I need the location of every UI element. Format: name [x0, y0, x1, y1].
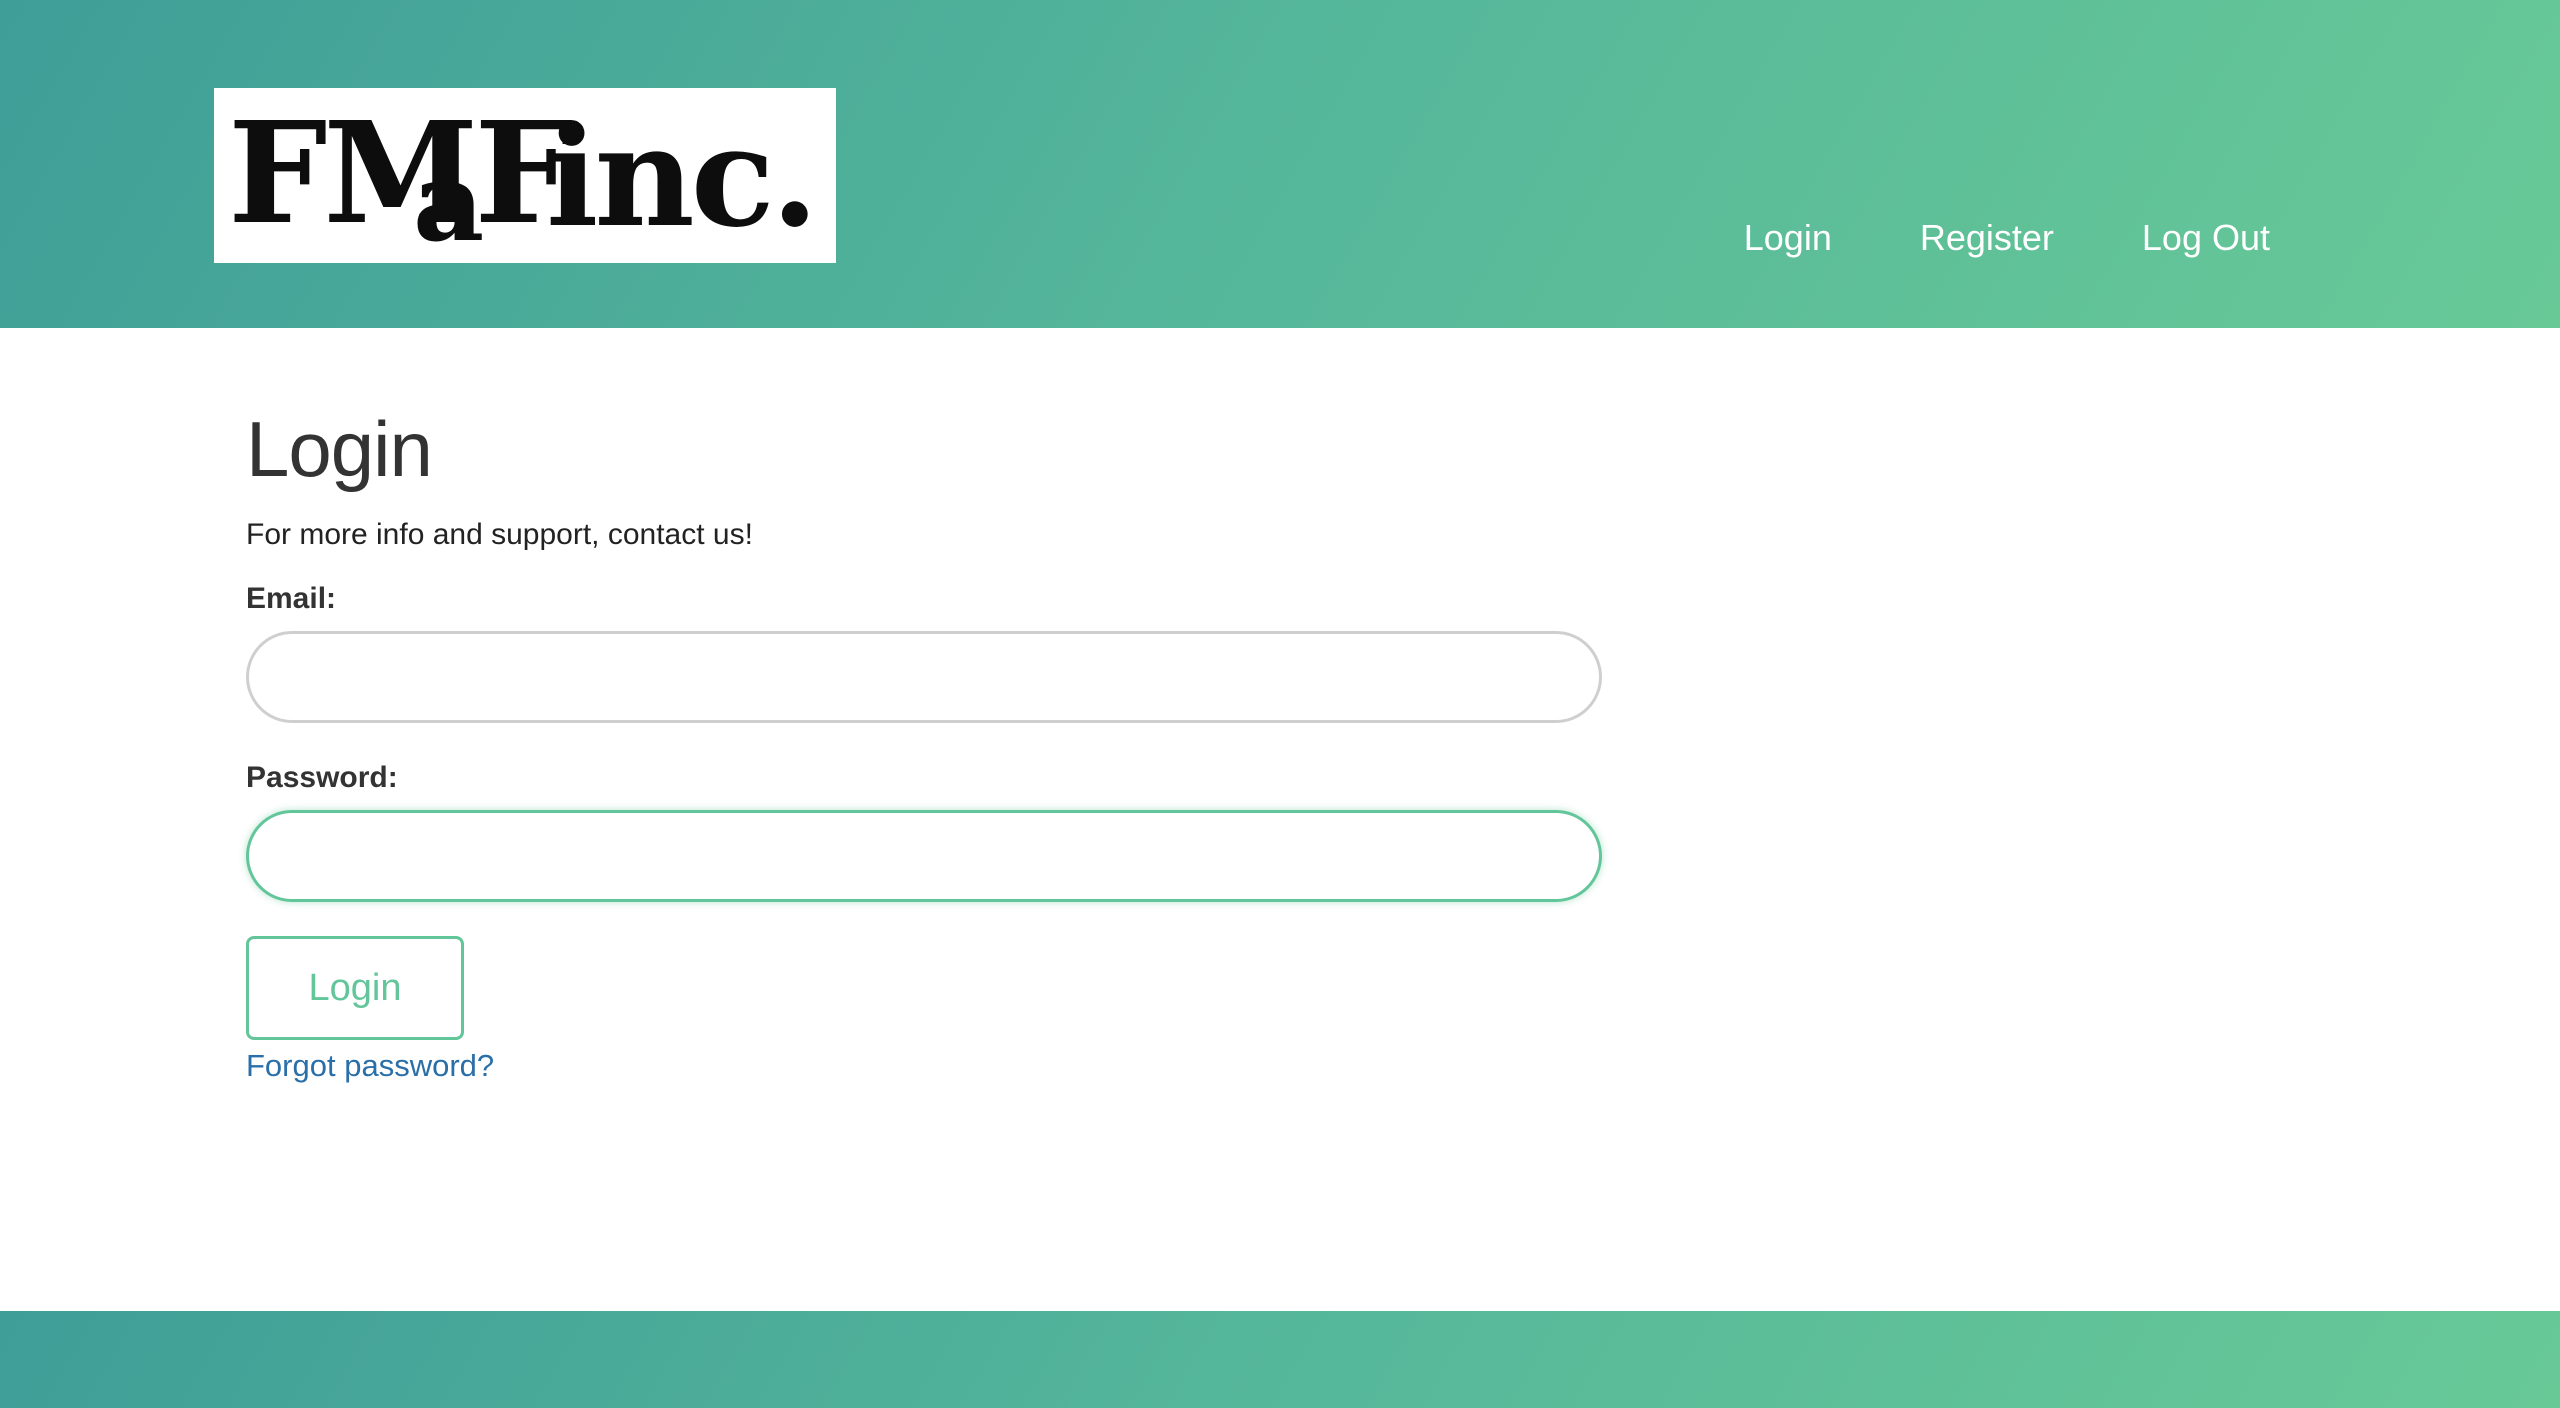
email-field[interactable]	[246, 631, 1602, 723]
footer-bar	[0, 1311, 2560, 1408]
nav-logout-link[interactable]: Log Out	[2142, 220, 2270, 256]
support-text: For more info and support, contact us!	[246, 518, 753, 551]
top-nav: Login Register Log Out	[1744, 220, 2270, 256]
nav-login-link[interactable]: Login	[1744, 220, 1832, 256]
logo-text-part3: inc.	[546, 95, 819, 258]
logo-text-part2: a	[413, 137, 484, 263]
company-logo[interactable]: FMF a inc.	[214, 88, 836, 263]
login-form-section: Login For more info and support, contact…	[246, 410, 1606, 1084]
logo-text-part1: FMF	[228, 92, 574, 256]
login-button[interactable]: Login	[246, 936, 464, 1040]
logo-wordmark: FMF a inc.	[228, 92, 828, 258]
header-bar: FMF a inc. Login Register Log Out	[0, 0, 2560, 328]
password-label: Password:	[246, 761, 398, 794]
password-field[interactable]	[246, 810, 1602, 902]
page-title: Login	[246, 405, 433, 493]
forgot-password-link[interactable]: Forgot password?	[246, 1048, 494, 1084]
nav-register-link[interactable]: Register	[1920, 220, 2054, 256]
email-label: Email:	[246, 582, 337, 615]
